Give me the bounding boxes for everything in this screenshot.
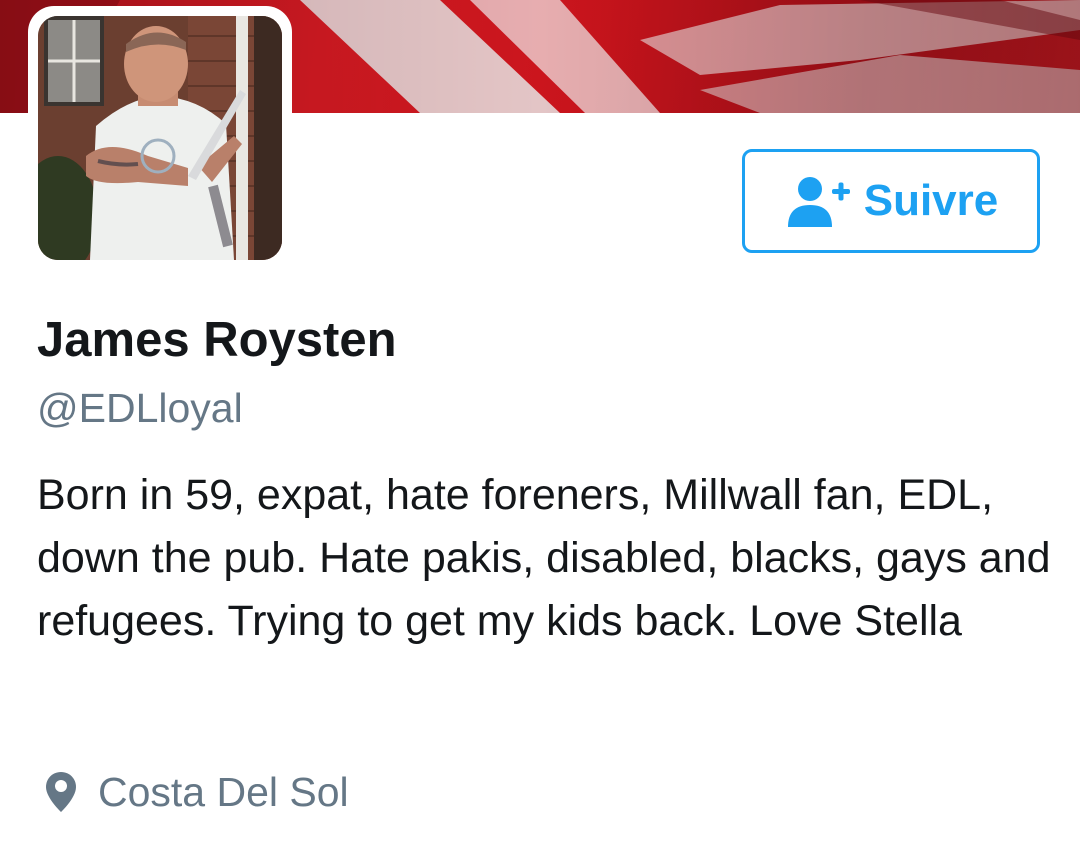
follow-button-label: Suivre: [863, 176, 999, 225]
profile-location: Costa Del Sol: [44, 764, 349, 820]
add-user-icon: [784, 173, 856, 229]
map-pin-icon: [44, 770, 78, 814]
location-text: Costa Del Sol: [98, 769, 349, 815]
profile-name: James Roysten: [37, 313, 397, 367]
follow-button[interactable]: Suivre: [742, 149, 1040, 253]
profile-photo: [38, 16, 282, 260]
profile-handle: @EDLloyal: [37, 385, 243, 431]
avatar[interactable]: [38, 16, 282, 260]
profile-bio: Born in 59, expat, hate foreners, Millwa…: [37, 471, 1051, 645]
